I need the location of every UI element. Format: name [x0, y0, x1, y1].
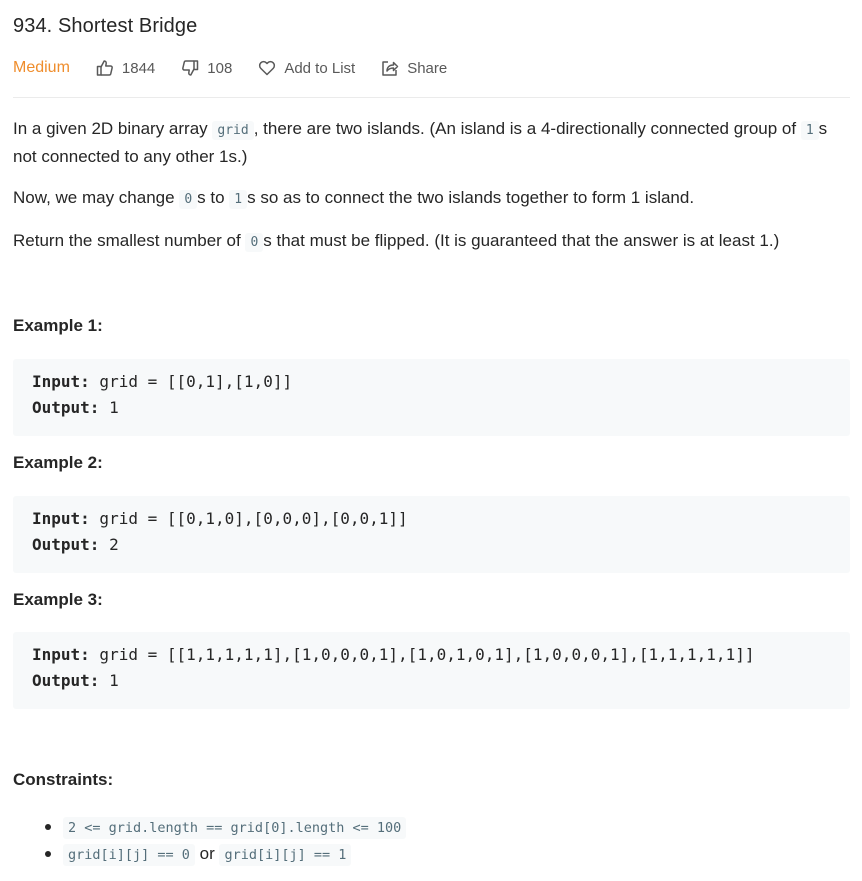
problem-meta-row: Medium 1844 108 Add to List Share [13, 56, 473, 80]
inline-code: 2 <= grid.length == grid[0].length <= 10… [63, 817, 407, 839]
example-input-line: Input: grid = [[0,1],[1,0]] [32, 372, 292, 391]
like-button[interactable]: 1844 [96, 59, 155, 77]
input-label: Input: [32, 509, 90, 528]
share-button[interactable]: Share [381, 59, 447, 77]
header-divider [13, 97, 850, 98]
example-1-title: Example 1: [13, 316, 103, 335]
share-label: Share [407, 59, 448, 77]
inline-code: grid [212, 121, 254, 140]
example-output-line: Output: 1 [32, 671, 119, 690]
example-output-line: Output: 2 [32, 535, 119, 554]
inline-code: 0 [179, 190, 198, 209]
text-segment: or [194, 844, 220, 863]
text-segment: s that must be flipped. (It is guarantee… [263, 231, 780, 250]
constraints-title: Constraints: [13, 770, 114, 789]
example-input-line: Input: grid = [[1,1,1,1,1],[1,0,0,0,1],[… [32, 645, 754, 664]
output-value: 1 [99, 398, 119, 417]
constraint-item: 2 <= grid.length == grid[0].length <= 10… [13, 813, 850, 840]
example-3-codeblock: Input: grid = [[1,1,1,1,1],[1,0,0,0,1],[… [13, 632, 850, 709]
dislike-count: 108 [207, 59, 233, 77]
inline-code: grid[i][j] == 0 [63, 844, 195, 866]
output-label: Output: [32, 398, 100, 417]
example-input-line: Input: grid = [[0,1,0],[0,0,0],[0,0,1]] [32, 509, 408, 528]
example-2-title: Example 2: [13, 453, 103, 472]
output-value: 1 [99, 671, 119, 690]
heart-icon [258, 59, 276, 77]
dislike-button[interactable]: 108 [181, 59, 232, 77]
description-paragraph-2: Now, we may change 0s to 1s so as to con… [13, 185, 850, 213]
difficulty-label: Medium [13, 59, 70, 76]
thumbs-up-icon [96, 59, 114, 77]
thumbs-down-icon [181, 59, 199, 77]
input-value: grid = [[1,1,1,1,1],[1,0,0,0,1],[1,0,1,0… [89, 645, 755, 664]
example-2-codeblock: Input: grid = [[0,1,0],[0,0,0],[0,0,1]] … [13, 496, 850, 573]
input-label: Input: [32, 372, 90, 391]
description-paragraph-3: Return the smallest number of 0s that mu… [13, 228, 850, 256]
example-output-line: Output: 1 [32, 398, 119, 417]
text-segment: s to [197, 188, 230, 207]
output-value: 2 [99, 535, 119, 554]
output-label: Output: [32, 671, 100, 690]
constraint-item: grid[i][j] == 0 or grid[i][j] == 1 [13, 840, 850, 867]
description-paragraph-1: In a given 2D binary array grid, there a… [13, 116, 850, 170]
share-icon [381, 59, 399, 77]
inline-code: 1 [800, 121, 819, 140]
output-label: Output: [32, 535, 100, 554]
text-segment: Return the smallest number of [13, 231, 246, 250]
inline-code: 0 [245, 233, 264, 252]
add-to-list-button[interactable]: Add to List [258, 59, 355, 77]
text-segment: , there are two islands. (An island is a… [253, 119, 801, 138]
input-label: Input: [32, 645, 90, 664]
example-3-title: Example 3: [13, 590, 103, 609]
inline-code: 1 [229, 190, 248, 209]
text-segment: In a given 2D binary array [13, 119, 213, 138]
add-to-list-label: Add to List [284, 59, 356, 77]
inline-code: grid[i][j] == 1 [219, 844, 352, 866]
text-segment: s so as to connect the two islands toget… [247, 188, 695, 207]
constraints-list: 2 <= grid.length == grid[0].length <= 10… [13, 813, 850, 867]
input-value: grid = [[0,1],[1,0]] [89, 372, 293, 391]
example-1-codeblock: Input: grid = [[0,1],[1,0]] Output: 1 [13, 359, 850, 436]
like-count: 1844 [121, 59, 156, 77]
text-segment: Now, we may change [13, 188, 180, 207]
input-value: grid = [[0,1,0],[0,0,0],[0,0,1]] [89, 509, 408, 528]
problem-title: 934. Shortest Bridge [13, 15, 198, 37]
